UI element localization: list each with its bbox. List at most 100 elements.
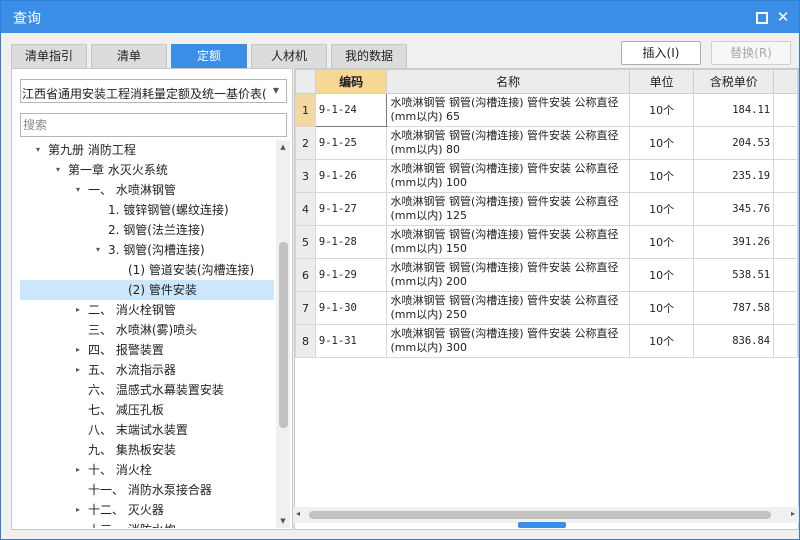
column-header-code[interactable]: 编码 [314,69,388,94]
table-row[interactable]: 7 9-1-30 水喷淋钢管 钢管(沟槽连接) 管件安装 公称直径(mm以内) 25… [295,291,798,325]
cell-unit[interactable]: 10个 [628,324,695,358]
tab-quota[interactable]: 定额 [171,44,247,68]
collapse-triangle-icon[interactable]: ▾ [72,180,84,200]
cell-code[interactable]: 9-1-25 [314,126,388,160]
expand-triangle-icon[interactable]: ▸ [72,300,84,320]
cell-code[interactable]: 9-1-24 [314,93,388,127]
cell-name[interactable]: 水喷淋钢管 钢管(沟槽连接) 管件安装 公称直径(mm以内) 125 [386,192,630,226]
tree-node[interactable]: 八、 末端试水装置 [20,420,274,440]
library-select[interactable]: 江西省通用安装工程消耗量定额及统一基价表( ▼ [20,79,287,103]
cell-price[interactable]: 787.58 [693,291,775,325]
tree-node[interactable]: 九、 集热板安装 [20,440,274,460]
cell-name[interactable]: 水喷淋钢管 钢管(沟槽连接) 管件安装 公称直径(mm以内) 150 [386,225,630,259]
tab-list-guide[interactable]: 清单指引 [11,44,87,68]
tree-node[interactable]: ▾ 一、 水喷淋钢管 [20,180,274,200]
collapse-triangle-icon[interactable]: ▾ [52,160,64,180]
table-row[interactable]: 8 9-1-31 水喷淋钢管 钢管(沟槽连接) 管件安装 公称直径(mm以内) 30… [295,324,798,358]
row-number[interactable]: 4 [295,192,316,226]
insert-button[interactable]: 插入(I) [621,41,701,65]
scroll-right-icon[interactable]: ▸ [791,509,795,518]
scroll-left-icon[interactable]: ◂ [296,509,300,518]
cell-code[interactable]: 9-1-30 [314,291,388,325]
cell-extra[interactable] [773,225,798,259]
tab-labor-material-machine[interactable]: 人材机 [251,44,327,68]
row-number[interactable]: 8 [295,324,316,358]
tree-node[interactable]: 十三、 消防水炮 [20,520,274,528]
cell-unit[interactable]: 10个 [628,126,695,160]
search-input[interactable] [21,114,286,136]
cell-code[interactable]: 9-1-31 [314,324,388,358]
column-header-unit[interactable]: 单位 [628,69,695,94]
cell-code[interactable]: 9-1-29 [314,258,388,292]
tree-node[interactable]: ▾ 3. 钢管(沟槽连接) [20,240,274,260]
tree-node[interactable]: ▸ 十、 消火栓 [20,460,274,480]
cell-name[interactable]: 水喷淋钢管 钢管(沟槽连接) 管件安装 公称直径(mm以内) 200 [386,258,630,292]
cell-extra[interactable] [773,291,798,325]
cell-price[interactable]: 391.26 [693,225,775,259]
collapse-triangle-icon[interactable]: ▾ [92,240,104,260]
column-header-price[interactable]: 含税单价 [693,69,775,94]
cell-extra[interactable] [773,159,798,193]
cell-price[interactable]: 184.11 [693,93,775,127]
row-number[interactable]: 2 [295,126,316,160]
tree-node[interactable]: ▸ 二、 消火栓钢管 [20,300,274,320]
table-row[interactable]: 4 9-1-27 水喷淋钢管 钢管(沟槽连接) 管件安装 公称直径(mm以内) 12… [295,192,798,226]
table-row[interactable]: 1 9-1-24 水喷淋钢管 钢管(沟槽连接) 管件安装 公称直径(mm以内) 65… [295,93,798,127]
cell-extra[interactable] [773,192,798,226]
row-number[interactable]: 5 [295,225,316,259]
cell-price[interactable]: 836.84 [693,324,775,358]
expand-triangle-icon[interactable]: ▸ [72,460,84,480]
table-row[interactable]: 2 9-1-25 水喷淋钢管 钢管(沟槽连接) 管件安装 公称直径(mm以内) 80… [295,126,798,160]
tree-node[interactable]: ▾ 第九册 消防工程 [20,140,274,160]
table-row[interactable]: 6 9-1-29 水喷淋钢管 钢管(沟槽连接) 管件安装 公称直径(mm以内) 20… [295,258,798,292]
tree-node[interactable]: 2. 钢管(法兰连接) [20,220,274,240]
table-row[interactable]: 3 9-1-26 水喷淋钢管 钢管(沟槽连接) 管件安装 公称直径(mm以内) 10… [295,159,798,193]
grid-horizontal-scrollbar[interactable]: ◂ ▸ [294,507,799,523]
tree-node[interactable]: ▸ 五、 水流指示器 [20,360,274,380]
cell-unit[interactable]: 10个 [628,192,695,226]
column-header-extra[interactable] [773,69,798,94]
cell-name[interactable]: 水喷淋钢管 钢管(沟槽连接) 管件安装 公称直径(mm以内) 100 [386,159,630,193]
cell-unit[interactable]: 10个 [628,93,695,127]
tree-node[interactable]: 三、 水喷淋(雾)喷头 [20,320,274,340]
search-field[interactable] [20,113,287,137]
cell-unit[interactable]: 10个 [628,291,695,325]
tree-node[interactable]: (2) 管件安装 [20,280,274,300]
tree-node[interactable]: 七、 减压孔板 [20,400,274,420]
cell-code[interactable]: 9-1-28 [314,225,388,259]
cell-unit[interactable]: 10个 [628,225,695,259]
tree-node[interactable]: ▸ 十二、 灭火器 [20,500,274,520]
tree-node[interactable]: ▾ 第一章 水灭火系统 [20,160,274,180]
cell-code[interactable]: 9-1-26 [314,159,388,193]
cell-name[interactable]: 水喷淋钢管 钢管(沟槽连接) 管件安装 公称直径(mm以内) 65 [386,93,630,127]
cell-extra[interactable] [773,93,798,127]
row-number[interactable]: 1 [295,93,316,127]
scroll-thumb[interactable] [279,242,288,428]
splitter-handle[interactable] [518,522,566,528]
close-icon[interactable]: ✕ [775,9,791,25]
row-number[interactable]: 6 [295,258,316,292]
expand-triangle-icon[interactable]: ▸ [72,340,84,360]
cell-name[interactable]: 水喷淋钢管 钢管(沟槽连接) 管件安装 公称直径(mm以内) 80 [386,126,630,160]
cell-price[interactable]: 235.19 [693,159,775,193]
scroll-up-icon[interactable]: ▲ [276,140,290,154]
row-number[interactable]: 7 [295,291,316,325]
tab-list[interactable]: 清单 [91,44,167,68]
cell-code[interactable]: 9-1-27 [314,192,388,226]
cell-name[interactable]: 水喷淋钢管 钢管(沟槽连接) 管件安装 公称直径(mm以内) 300 [386,324,630,358]
cell-extra[interactable] [773,258,798,292]
tree-node[interactable]: 六、 温感式水幕装置安装 [20,380,274,400]
cell-name[interactable]: 水喷淋钢管 钢管(沟槽连接) 管件安装 公称直径(mm以内) 250 [386,291,630,325]
tree-node[interactable]: 1. 镀锌钢管(螺纹连接) [20,200,274,220]
collapse-triangle-icon[interactable]: ▾ [32,140,44,160]
expand-triangle-icon[interactable]: ▸ [72,360,84,380]
cell-price[interactable]: 538.51 [693,258,775,292]
title-bar[interactable]: 查询 ✕ [1,1,799,33]
table-row[interactable]: 5 9-1-28 水喷淋钢管 钢管(沟槽连接) 管件安装 公称直径(mm以内) 15… [295,225,798,259]
cell-extra[interactable] [773,324,798,358]
cell-price[interactable]: 345.76 [693,192,775,226]
tab-my-data[interactable]: 我的数据 [331,44,407,68]
replace-button[interactable]: 替换(R) [711,41,791,65]
tree-scrollbar[interactable]: ▲ ▼ [276,140,290,528]
tree-node[interactable]: ▸ 四、 报警装置 [20,340,274,360]
